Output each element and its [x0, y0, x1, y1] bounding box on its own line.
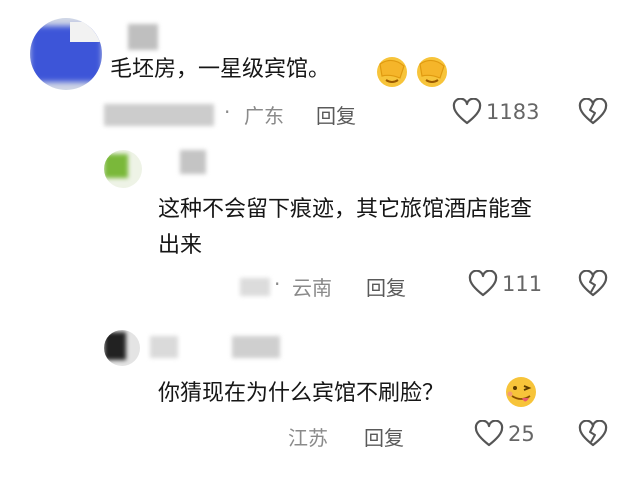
facepalm-emoji-icon — [372, 54, 412, 92]
meta-separator: · — [224, 100, 231, 124]
like-count: 1183 — [486, 100, 540, 124]
username-redacted — [128, 24, 158, 50]
location-label: 江苏 — [288, 426, 328, 450]
username-redacted — [180, 150, 206, 174]
username-redacted — [150, 336, 178, 358]
like-count: 25 — [508, 422, 535, 446]
location-label: 广东 — [244, 104, 284, 128]
comment-text: 你猜现在为什么宾馆不刷脸？ — [158, 381, 445, 406]
heart-icon — [468, 270, 498, 297]
heart-icon — [452, 98, 482, 125]
broken-heart-icon — [578, 269, 608, 297]
timestamp-redacted — [104, 104, 214, 126]
like-button[interactable]: 1183 — [452, 98, 539, 126]
like-button[interactable]: 25 — [474, 420, 535, 448]
facepalm-emoji-icon — [412, 54, 452, 92]
avatar[interactable] — [104, 150, 142, 188]
location-label: 云南 — [292, 276, 332, 300]
tongue-out-emoji-icon — [502, 374, 540, 414]
reply-button[interactable]: 回复 — [316, 100, 356, 129]
reply-button[interactable]: 回复 — [366, 272, 406, 301]
broken-heart-icon — [578, 97, 608, 125]
comment-text-line1: 这种不会留下痕迹，其它旅馆酒店能查 — [158, 197, 533, 222]
dislike-button[interactable] — [578, 269, 608, 302]
dislike-button[interactable] — [578, 97, 608, 130]
username-redacted — [232, 336, 280, 358]
like-button[interactable]: 111 — [468, 270, 542, 298]
comment-text: 毛坯房，一星级宾馆。 — [110, 57, 331, 82]
timestamp-redacted — [240, 278, 270, 296]
avatar[interactable] — [104, 330, 140, 366]
dislike-button[interactable] — [578, 419, 608, 452]
broken-heart-icon — [578, 419, 608, 447]
comment-text-line2: 出来 — [158, 233, 203, 258]
heart-icon — [474, 420, 504, 447]
reply-button[interactable]: 回复 — [364, 422, 404, 451]
meta-separator: · — [274, 272, 281, 296]
like-count: 111 — [502, 272, 543, 296]
avatar[interactable] — [30, 18, 102, 90]
